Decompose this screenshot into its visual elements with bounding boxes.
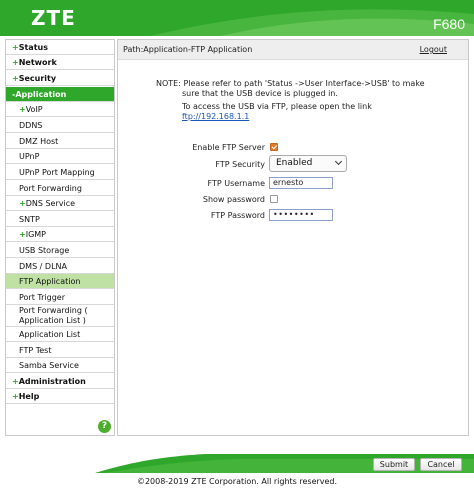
copyright-text: ©2008-2019 ZTE Corporation. All rights r…: [136, 477, 338, 486]
ftp-security-label: FTP Security: [215, 160, 265, 169]
sidebar-item-application-list[interactable]: Application List: [6, 327, 114, 342]
content-panel: Path:Application-FTP Application Logout …: [117, 39, 469, 436]
note-line-2: sure that the USB device is plugged in.: [182, 88, 338, 98]
help-icon[interactable]: ?: [98, 420, 111, 433]
sidebar-item-dms-dlna[interactable]: DMS / DLNA: [6, 259, 114, 274]
zte-logo: ZTE: [31, 6, 76, 30]
ftp-password-label: FTP Password: [210, 211, 265, 220]
chevron-down-icon: [334, 157, 343, 166]
header-bar: ZTE F680: [0, 0, 474, 36]
ftp-security-value: Enabled: [276, 158, 313, 168]
sidebar-item-dmz-host[interactable]: DMZ Host: [6, 134, 114, 149]
path-bar: Path:Application-FTP Application Logout: [118, 40, 468, 60]
ftp-link[interactable]: ftp://192.168.1.1: [182, 112, 249, 121]
sidebar-item-administration[interactable]: +Administration: [6, 374, 114, 389]
model-name: F680: [433, 16, 465, 32]
sidebar-item-voip[interactable]: +VoIP: [6, 102, 114, 117]
ftp-password-input[interactable]: ••••••••: [269, 209, 333, 221]
submit-button[interactable]: Submit: [373, 458, 415, 471]
show-password-label: Show password: [202, 195, 265, 204]
sidebar-item-usb-storage[interactable]: USB Storage: [6, 243, 114, 258]
cancel-button[interactable]: Cancel: [420, 458, 462, 471]
sidebar-item-upnp-port-mapping[interactable]: UPnP Port Mapping: [6, 165, 114, 180]
logout-link[interactable]: Logout: [420, 45, 447, 54]
sidebar-item-security[interactable]: +Security: [6, 71, 114, 86]
footer-band: [95, 454, 474, 473]
sidebar-item-ftp-test[interactable]: FTP Test: [6, 343, 114, 358]
breadcrumb: Path:Application-FTP Application: [123, 45, 253, 54]
access-text: To access the USB via FTP, please open t…: [182, 102, 372, 111]
sidebar-item-help[interactable]: +Help: [6, 389, 114, 404]
usb-note: NOTE: Please refer to path 'Status ->Use…: [156, 79, 436, 98]
sidebar-item-port-forwarding-app-list[interactable]: Port Forwarding ( Application List ): [6, 305, 114, 327]
ftp-security-select[interactable]: Enabled: [269, 155, 347, 172]
sidebar-item-sntp[interactable]: SNTP: [6, 212, 114, 227]
ftp-username-input[interactable]: ernesto: [269, 177, 333, 189]
sidebar-item-ftp-application[interactable]: FTP Application: [6, 274, 114, 289]
ftp-username-label: FTP Username: [207, 179, 266, 188]
sidebar-item-network[interactable]: +Network: [6, 55, 114, 70]
sidebar-item-igmp[interactable]: +IGMP: [6, 227, 114, 242]
sidebar-item-application[interactable]: -Application: [6, 87, 114, 102]
sidebar-item-upnp[interactable]: UPnP: [6, 149, 114, 164]
sidebar-item-ddns[interactable]: DDNS: [6, 118, 114, 133]
sidebar-item-port-forwarding[interactable]: Port Forwarding: [6, 181, 114, 196]
sidebar-item-samba-service[interactable]: Samba Service: [6, 358, 114, 373]
sidebar-menu: +Status +Network +Security -Application …: [5, 39, 115, 436]
note-line-1: NOTE: Please refer to path 'Status ->Use…: [156, 79, 425, 88]
sidebar-item-port-trigger[interactable]: Port Trigger: [6, 290, 114, 305]
sidebar-item-dns-service[interactable]: +DNS Service: [6, 196, 114, 211]
enable-ftp-checkbox[interactable]: [270, 143, 278, 151]
show-password-checkbox[interactable]: [270, 195, 278, 203]
enable-ftp-label: Enable FTP Server: [192, 143, 265, 152]
sidebar-item-status[interactable]: +Status: [6, 40, 114, 55]
